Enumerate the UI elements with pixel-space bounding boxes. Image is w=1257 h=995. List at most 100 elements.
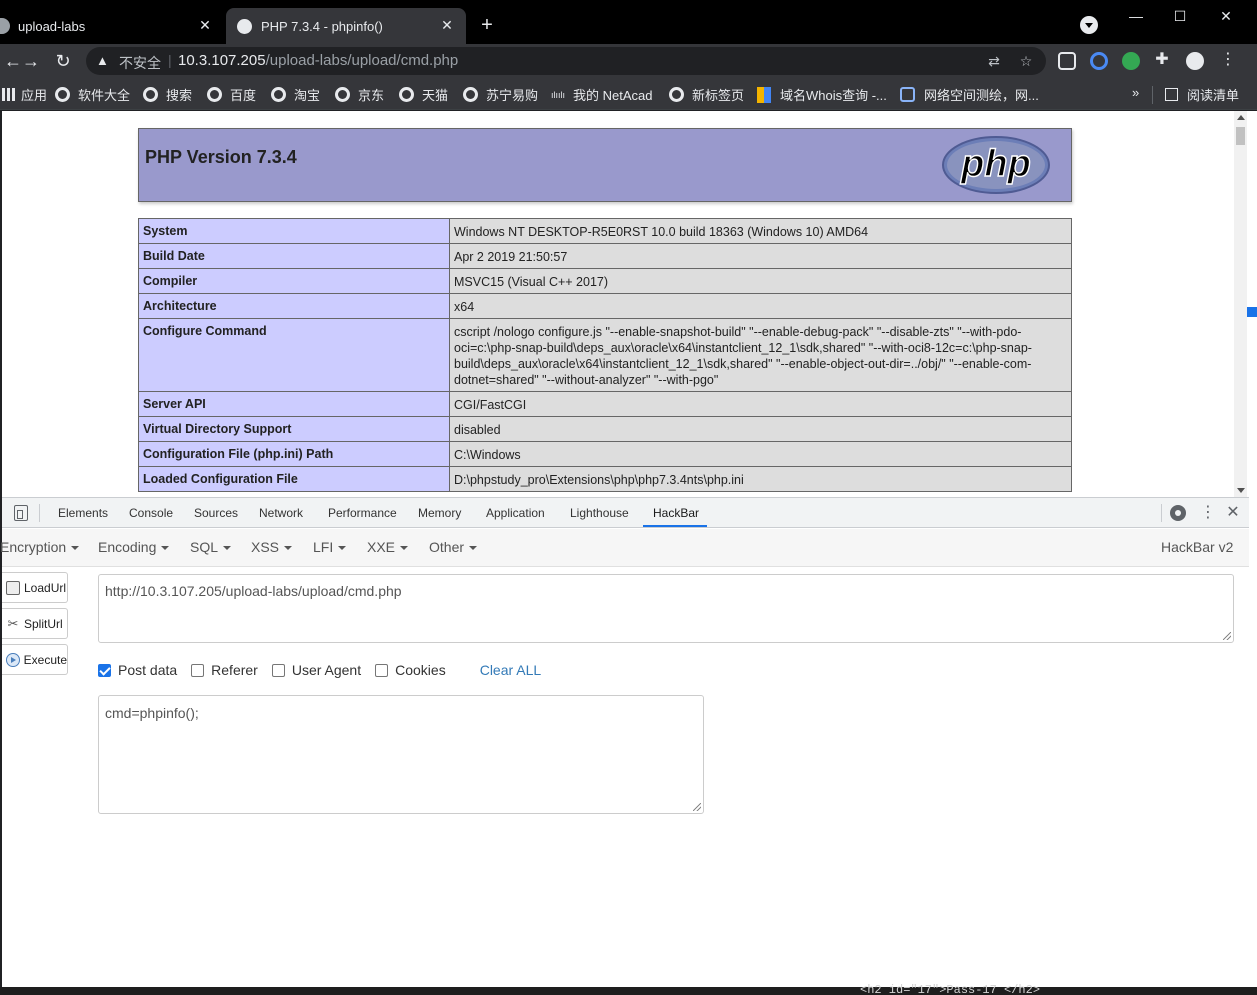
tab-upload-labs[interactable]: upload-labs ✕ — [0, 8, 224, 44]
devtools-tab-lighthouse[interactable]: Lighthouse — [570, 506, 629, 520]
close-devtools-icon[interactable]: ✕ — [1226, 504, 1240, 522]
devtools-tab-performance[interactable]: Performance — [328, 506, 397, 520]
option-cookies[interactable]: Cookies — [375, 662, 446, 678]
phpinfo-value: Apr 2 2019 21:50:57 — [449, 243, 1072, 269]
forward-icon[interactable]: → — [20, 50, 42, 72]
page-scrollbar[interactable] — [1234, 111, 1247, 497]
close-window-icon[interactable]: ✕ — [1216, 6, 1236, 26]
menu-sql[interactable]: SQL — [190, 539, 232, 555]
globe-icon — [207, 87, 222, 102]
bookmark-item[interactable]: 京东 — [335, 85, 384, 104]
phpinfo-row: Configuration File (php.ini) Path C:\Wind… — [138, 441, 1072, 467]
phpinfo-value: x64 — [449, 293, 1072, 319]
menu-other[interactable]: Other — [429, 539, 478, 555]
devtools-tab-application[interactable]: Application — [486, 506, 545, 520]
page-title: PHP Version 7.3.4 — [145, 147, 297, 167]
bookmark-item[interactable]: 百度 — [207, 85, 256, 104]
phpinfo-key: Architecture — [138, 293, 450, 319]
menu-kebab-icon[interactable]: ⋮ — [1220, 52, 1236, 68]
tab-search-icon[interactable] — [1080, 16, 1098, 34]
phpinfo-value: C:\Windows — [449, 441, 1072, 467]
devtools-tab-console[interactable]: Console — [129, 506, 173, 520]
menu-encryption[interactable]: Encryption — [0, 539, 80, 555]
devtools-tab-sources[interactable]: Sources — [194, 506, 238, 520]
url-text[interactable]: 10.3.107.205/upload-labs/upload/cmd.php — [178, 52, 458, 69]
scroll-thumb[interactable] — [1236, 127, 1245, 145]
devtools-tab-network[interactable]: Network — [259, 506, 303, 520]
bookmark-item[interactable]: 苏宁易购 — [463, 85, 538, 104]
phpinfo-key: Virtual Directory Support — [138, 416, 450, 442]
translate-icon[interactable]: ⇄ — [986, 53, 1002, 69]
user-agent-checkbox[interactable] — [271, 663, 285, 677]
caret-down-icon — [469, 546, 478, 551]
extension-icon[interactable] — [1058, 52, 1076, 70]
minimize-icon[interactable]: — — [1126, 6, 1146, 26]
menu-encoding[interactable]: Encoding — [98, 539, 170, 555]
bookmark-item[interactable]: 搜索 — [143, 85, 192, 104]
bookmark-item[interactable]: 天猫 — [399, 85, 448, 104]
insecure-label[interactable]: 不安全 — [119, 53, 161, 73]
cookies-checkbox[interactable] — [375, 663, 389, 677]
option-post-data[interactable]: Post data — [98, 662, 177, 678]
phpinfo-row: Configure Command cscript /nologo configu… — [138, 318, 1072, 392]
post-data-checkbox[interactable] — [98, 663, 111, 677]
scroll-up-icon[interactable] — [1237, 115, 1245, 120]
device-toggle-icon[interactable] — [14, 505, 28, 521]
bookmark-item[interactable]: 域名Whois查询 -... — [757, 85, 887, 104]
phpinfo-row: Compiler MSVC15 (Visual C++ 2017) — [138, 268, 1072, 294]
bookmark-item[interactable]: ılıılı 我的 NetAcad — [551, 85, 653, 104]
extension-icon[interactable] — [1122, 52, 1140, 70]
address-bar[interactable]: ▲ 不安全 | 10.3.107.205/upload-labs/upload/… — [86, 47, 1046, 75]
warning-icon[interactable]: ▲ — [96, 53, 112, 69]
post-data-textarea[interactable]: cmd=phpinfo(); — [98, 695, 704, 814]
extension-icon[interactable] — [1090, 52, 1108, 70]
menu-lfi[interactable]: LFI — [313, 539, 347, 555]
phpinfo-value: cscript /nologo configure.js "--enable-s… — [449, 318, 1072, 392]
more-options-icon[interactable]: ⋮ — [1200, 504, 1216, 522]
referer-checkbox[interactable] — [191, 663, 205, 677]
apps-grid-icon — [2, 88, 15, 101]
php-logo-icon: php — [942, 136, 1050, 194]
devtools-tab-hackbar[interactable]: HackBar — [653, 506, 699, 520]
menu-xss[interactable]: XSS — [251, 539, 293, 555]
reload-icon[interactable]: ↻ — [52, 50, 74, 72]
devtools-tab-elements[interactable]: Elements — [58, 506, 108, 520]
background-editor: <h2 id="17">Pass-17 </h2> — [0, 983, 1257, 995]
phpinfo-value: disabled — [449, 416, 1072, 442]
profile-avatar-icon[interactable] — [1186, 52, 1204, 70]
new-tab-button[interactable]: + — [476, 14, 498, 36]
url-textarea[interactable]: http://10.3.107.205/upload-labs/upload/c… — [98, 574, 1234, 643]
globe-icon — [669, 87, 684, 102]
bookmark-item[interactable]: 网络空间测绘，网... — [900, 85, 1039, 104]
close-tab-icon[interactable]: ✕ — [196, 16, 214, 34]
maximize-icon[interactable]: ☐ — [1170, 6, 1190, 26]
menu-xxe[interactable]: XXE — [367, 539, 409, 555]
bookmark-item[interactable]: 新标签页 — [669, 85, 744, 104]
tab-phpinfo[interactable]: PHP 7.3.4 - phpinfo() ✕ — [226, 8, 466, 44]
devtools-panel: Elements Console Sources Network Perform… — [0, 497, 1249, 987]
resize-handle-icon[interactable] — [693, 803, 701, 811]
globe-icon — [335, 87, 350, 102]
split-url-button[interactable]: ✂ SplitUrl — [2, 608, 68, 639]
bookmark-apps[interactable]: 应用 — [2, 85, 47, 104]
phpinfo-row: Server API CGI/FastCGI — [138, 391, 1072, 417]
tab-title: PHP 7.3.4 - phpinfo() — [261, 18, 383, 34]
extensions-puzzle-icon[interactable]: ✚ — [1154, 52, 1170, 68]
bookmark-star-icon[interactable]: ☆ — [1018, 53, 1034, 69]
resize-handle-icon[interactable] — [1223, 632, 1231, 640]
option-referer[interactable]: Referer — [191, 662, 258, 678]
clear-all-link[interactable]: Clear ALL — [480, 662, 541, 678]
scroll-down-icon[interactable] — [1237, 488, 1245, 493]
execute-button[interactable]: Execute — [2, 644, 68, 675]
separator: | — [168, 52, 172, 68]
phpinfo-row: Virtual Directory Support disabled — [138, 416, 1072, 442]
option-user-agent[interactable]: User Agent — [271, 662, 361, 678]
load-url-button[interactable]: LoadUrl — [2, 572, 68, 603]
bookmark-item[interactable]: 淘宝 — [271, 85, 320, 104]
close-tab-icon[interactable]: ✕ — [438, 16, 456, 34]
bookmark-item[interactable]: 软件大全 — [55, 85, 130, 104]
bookmarks-overflow-button[interactable]: » — [1132, 85, 1139, 100]
devtools-tab-memory[interactable]: Memory — [418, 506, 461, 520]
reading-list-button[interactable]: 阅读清单 — [1152, 85, 1239, 104]
settings-gear-icon[interactable] — [1170, 505, 1186, 521]
